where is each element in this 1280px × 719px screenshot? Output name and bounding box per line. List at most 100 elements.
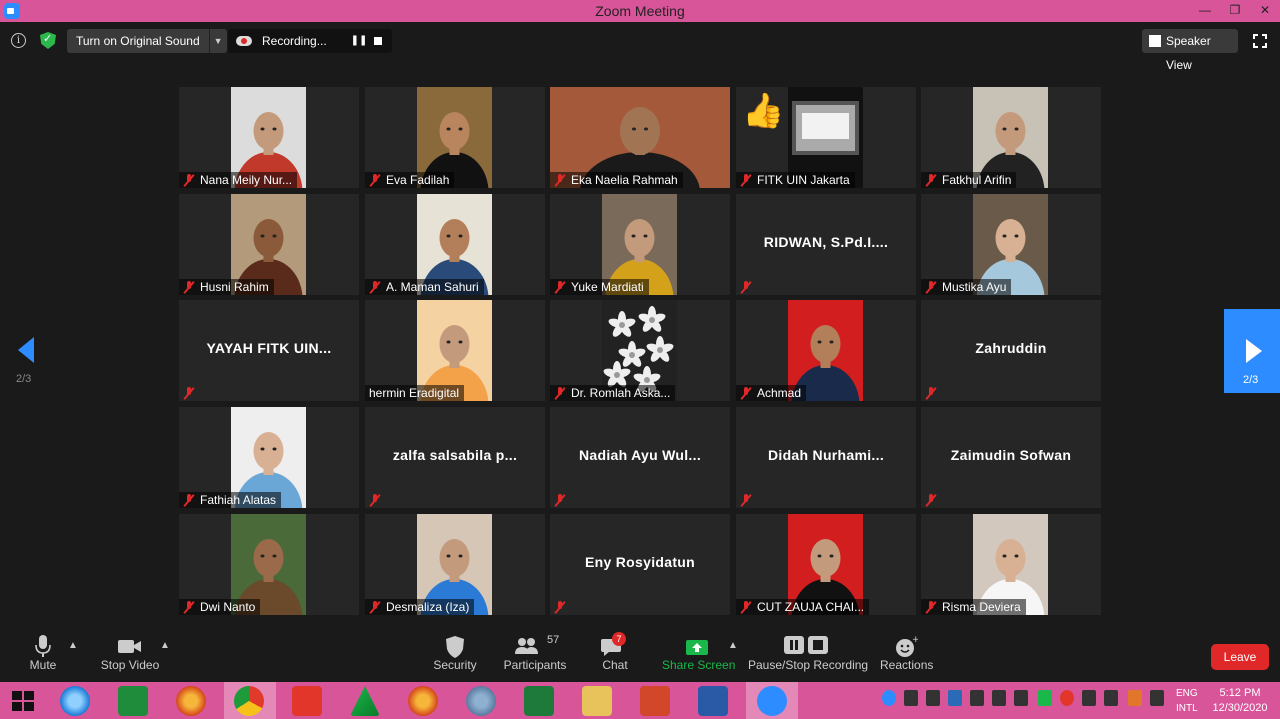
video-options-chevron-icon[interactable]: ▲ <box>160 640 170 651</box>
tray-icon-5[interactable] <box>992 690 1006 706</box>
excel-icon[interactable] <box>524 686 554 716</box>
zoom-taskbar-icon[interactable] <box>757 686 787 716</box>
participant-tile[interactable]: Dwi Nanto <box>179 514 359 615</box>
input-language[interactable]: ENG INTL <box>1176 686 1198 716</box>
chevron-down-icon[interactable]: ▼ <box>208 29 227 53</box>
participant-tile[interactable]: hermin Eradigital <box>365 300 545 401</box>
participant-tile[interactable]: CUT ZAUJA CHAI... <box>736 514 916 615</box>
green-triangle-app-icon[interactable] <box>350 686 380 716</box>
internet-explorer-icon[interactable] <box>60 686 90 716</box>
page-indicator-left: 2/3 <box>16 373 32 385</box>
participant-tile[interactable]: Nana Meily Nur... <box>179 87 359 188</box>
minimize-icon[interactable]: — <box>1190 0 1220 22</box>
chat-button[interactable]: 7 Chat <box>596 630 634 680</box>
participant-tile[interactable]: Achmad <box>736 300 916 401</box>
tray-icon-9[interactable] <box>1128 690 1142 706</box>
fullscreen-icon[interactable] <box>1253 34 1267 48</box>
participant-tile[interactable]: Didah Nurhami... <box>736 407 916 508</box>
participant-name-tag: CUT ZAUJA CHAI... <box>736 599 870 615</box>
next-page-button[interactable]: 2/3 <box>1224 309 1280 393</box>
encryption-shield-icon[interactable] <box>40 32 56 49</box>
store-icon[interactable] <box>118 686 148 716</box>
participant-name: Eny Rosyidatun <box>585 554 695 570</box>
title-bar: Zoom Meeting — ❐ ✕ <box>0 0 1280 22</box>
share-screen-button[interactable]: Share Screen <box>662 630 735 680</box>
leave-meeting-button[interactable]: Leave <box>1211 644 1269 670</box>
participant-tile[interactable]: Eny Rosyidatun <box>550 514 730 615</box>
restore-icon[interactable]: ❐ <box>1220 0 1250 22</box>
participant-tile[interactable]: Desmaliza (Iza) <box>365 514 545 615</box>
stop-video-button[interactable]: Stop Video <box>98 630 162 680</box>
tray-zoom-icon[interactable] <box>882 690 896 706</box>
muted-mic-icon <box>740 601 752 613</box>
participant-tile[interactable]: Zahruddin <box>921 300 1101 401</box>
mute-options-chevron-icon[interactable]: ▲ <box>68 640 78 651</box>
participants-icon: 57 <box>503 630 567 658</box>
participant-name: Didah Nurhami... <box>767 447 885 463</box>
participant-tile[interactable]: Eka Naelia Rahmah <box>550 87 730 188</box>
tray-icon-1[interactable] <box>904 690 918 706</box>
firefox-alt-icon[interactable] <box>408 686 438 716</box>
participant-name: Zahruddin <box>975 340 1047 356</box>
tray-icon-6[interactable] <box>1014 690 1028 706</box>
participant-tile[interactable]: RIDWAN, S.Pd.I.... <box>736 194 916 295</box>
windows-start-icon[interactable] <box>12 691 34 711</box>
participant-tile[interactable]: Risma Deviera <box>921 514 1101 615</box>
windows-taskbar: ENG INTL 5:12 PM 12/30/2020 <box>0 682 1280 719</box>
participant-tile[interactable]: Fatkhul Arifin <box>921 87 1101 188</box>
tray-icon-10[interactable] <box>1150 690 1164 706</box>
chrome-icon[interactable] <box>234 686 264 716</box>
firefox-icon[interactable] <box>176 686 206 716</box>
participant-tile[interactable]: Nadiah Ayu Wul... <box>550 407 730 508</box>
participant-name: YAYAH FITK UIN... <box>206 340 332 356</box>
participant-name-tag: Eka Naelia Rahmah <box>550 172 683 188</box>
participant-tile[interactable]: Dr. Romlah Aska... <box>550 300 730 401</box>
chrome-alt-icon[interactable] <box>466 686 496 716</box>
share-screen-icon <box>662 630 732 658</box>
tray-icon-7[interactable] <box>1038 690 1052 706</box>
share-options-chevron-icon[interactable]: ▲ <box>728 640 738 651</box>
tray-icon-4[interactable] <box>970 690 984 706</box>
pause-recording-icon[interactable]: ❚❚ <box>350 29 368 53</box>
network-signal-icon[interactable] <box>1082 690 1096 706</box>
powerpoint-icon[interactable] <box>640 686 670 716</box>
tray-icon-8[interactable] <box>1060 690 1074 706</box>
participant-tile[interactable]: zalfa salsabila p... <box>365 407 545 508</box>
tray-icon-3[interactable] <box>948 690 962 706</box>
participant-tile[interactable]: YAYAH FITK UIN... <box>179 300 359 401</box>
pause-stop-recording-button[interactable]: Pause/Stop Recording <box>748 630 868 680</box>
original-sound-button[interactable]: Turn on Original Sound ▼ <box>67 29 227 53</box>
participant-name-tag: Risma Deviera <box>921 599 1026 615</box>
arrow-left-icon <box>18 337 34 363</box>
previous-page-button[interactable]: 2/3 <box>16 337 40 387</box>
participant-tile[interactable]: Yuke Mardiati <box>550 194 730 295</box>
participant-tile[interactable]: A. Maman Sahuri <box>365 194 545 295</box>
mute-button[interactable]: Mute <box>20 630 66 680</box>
participant-name-tag: A. Maman Sahuri <box>365 279 484 295</box>
security-button[interactable]: Security <box>430 630 480 680</box>
meeting-info-icon[interactable]: i <box>11 33 26 48</box>
close-icon[interactable]: ✕ <box>1250 0 1280 22</box>
participant-tile[interactable]: Fathiah Alatas <box>179 407 359 508</box>
reactions-button[interactable]: + Reactions <box>880 630 933 680</box>
app-red-icon[interactable] <box>292 686 322 716</box>
muted-mic-icon <box>925 174 937 186</box>
volume-icon[interactable] <box>1104 690 1118 706</box>
participant-tile[interactable]: Eva Fadilah <box>365 87 545 188</box>
word-icon[interactable] <box>698 686 728 716</box>
system-clock[interactable]: 5:12 PM 12/30/2020 <box>1210 686 1270 716</box>
participants-button[interactable]: 57 Participants <box>503 630 567 680</box>
file-explorer-icon[interactable] <box>582 686 612 716</box>
speaker-view-button[interactable]: Speaker View <box>1142 29 1238 72</box>
stop-recording-icon[interactable] <box>374 37 382 45</box>
muted-mic-icon <box>554 281 566 293</box>
participant-tile[interactable]: Husni Rahim <box>179 194 359 295</box>
participant-tile[interactable]: Zaimudin Sofwan <box>921 407 1101 508</box>
participant-name: Risma Deviera <box>942 600 1021 614</box>
pause-stop-recording-icon <box>748 630 864 658</box>
participant-tile[interactable]: 👍 FITK UIN Jakarta <box>736 87 916 188</box>
participant-tile[interactable]: Mustika Ayu <box>921 194 1101 295</box>
participant-name: RIDWAN, S.Pd.I.... <box>763 234 889 250</box>
tray-icon-2[interactable] <box>926 690 940 706</box>
security-shield-icon <box>430 630 480 658</box>
